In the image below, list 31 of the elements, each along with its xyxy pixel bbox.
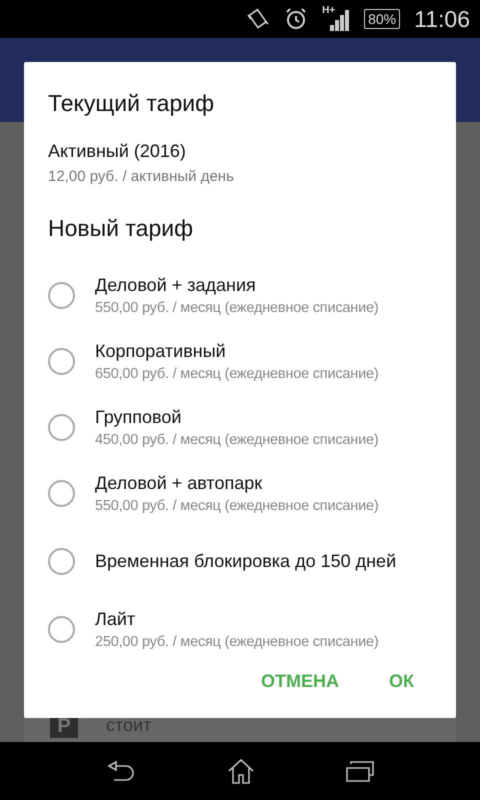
clock: 11:06 — [414, 6, 470, 32]
radio-button[interactable] — [48, 348, 75, 374]
tariff-price: 550,00 руб. / месяц (ежедневное списание) — [95, 498, 378, 514]
current-tariff-price: 12,00 руб. / активный день — [48, 168, 235, 185]
radio-button[interactable] — [48, 616, 75, 642]
radio-button[interactable] — [48, 548, 75, 574]
ok-button[interactable]: ОК — [379, 663, 424, 700]
section-title: Новый тариф — [48, 215, 194, 242]
tariff-name: Деловой + задания — [95, 274, 257, 296]
current-tariff-name: Активный (2016) — [48, 141, 187, 162]
tariff-price: 450,00 руб. / месяц (ежедневное списание) — [95, 432, 378, 448]
home-icon[interactable] — [226, 758, 255, 784]
recent-apps-icon[interactable] — [346, 760, 374, 782]
tariff-price: 650,00 руб. / месяц (ежедневное списание) — [95, 366, 378, 382]
radio-button[interactable] — [48, 414, 75, 440]
radio-button[interactable] — [48, 282, 75, 308]
radio-button[interactable] — [48, 480, 75, 506]
cancel-button[interactable]: ОТМЕНА — [251, 663, 349, 700]
dialog-title: Текущий тариф — [48, 90, 216, 117]
tariff-name: Групповой — [95, 406, 182, 428]
tariff-name: Временная блокировка до 150 дней — [95, 550, 396, 572]
tariff-name: Деловой + автопарк — [95, 472, 264, 494]
tariff-name: Лайт — [95, 608, 136, 630]
rotation-icon — [246, 7, 270, 31]
back-icon[interactable] — [106, 760, 136, 782]
battery-indicator: 80% — [364, 9, 400, 29]
tariff-name: Корпоративный — [95, 340, 227, 362]
network-type: H+ — [322, 5, 336, 16]
alarm-clock-icon — [284, 7, 308, 31]
tariff-price: 250,00 руб. / месяц (ежедневное списание) — [95, 634, 378, 650]
tariff-price: 550,00 руб. / месяц (ежедневное списание) — [95, 300, 378, 316]
